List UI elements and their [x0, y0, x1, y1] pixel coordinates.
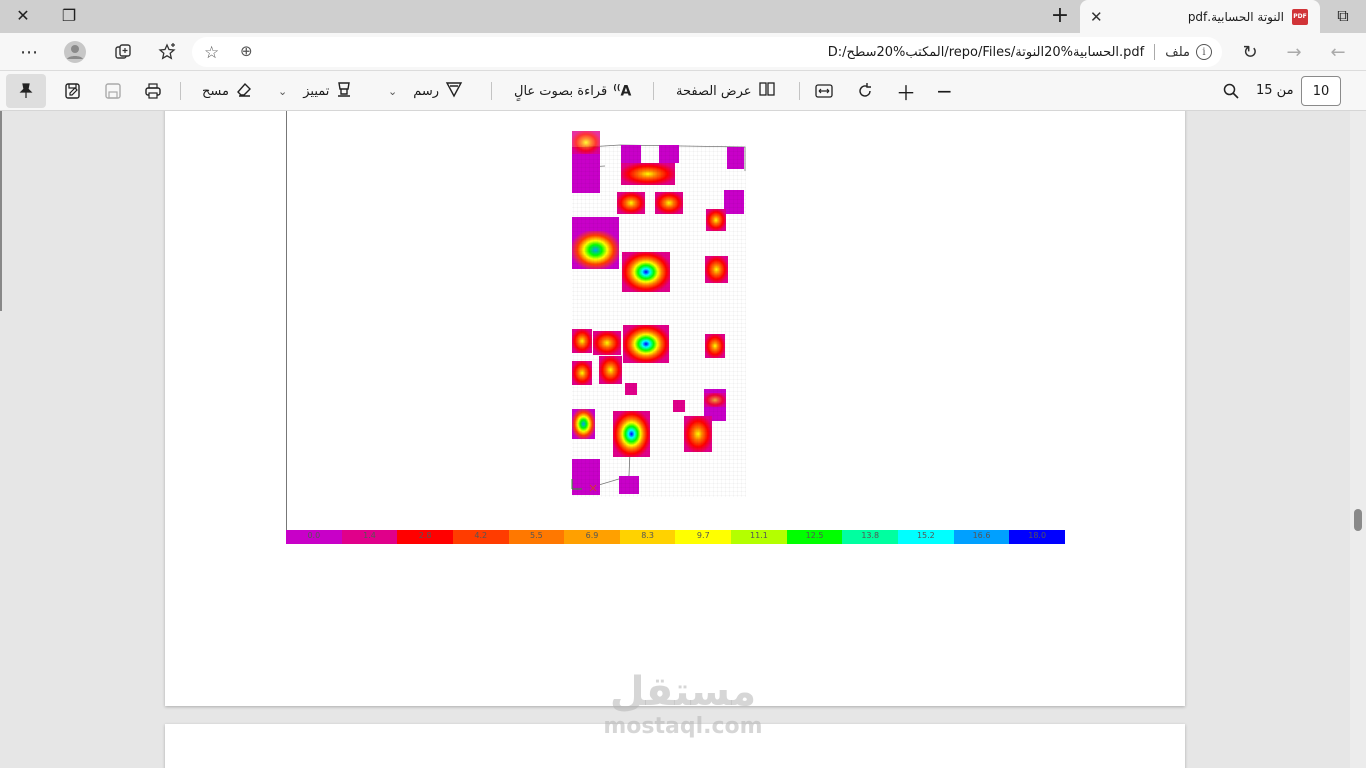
pen-icon	[445, 80, 463, 102]
colorbar-segment: 15.2	[898, 530, 954, 544]
new-tab-button[interactable]: +	[1037, 0, 1083, 31]
colorbar-segment: 18.0	[1009, 530, 1065, 544]
read-aloud-label: قراءة بصوت عالٍ	[514, 83, 608, 99]
address-bar: ⋯ i ملف D:/المكتب%20سطح/repo/Files/الحسا…	[0, 33, 1366, 71]
colorbar-label: 16.6	[972, 531, 991, 540]
rotate-icon[interactable]	[856, 77, 874, 105]
add-favorite-icon[interactable]: ☆	[204, 43, 219, 63]
colorbar-segment: 11.1	[731, 530, 787, 544]
site-label: ملف	[1165, 44, 1190, 60]
zoom-in-icon[interactable]: ＋	[896, 77, 916, 105]
page-count-label: من 15	[1256, 83, 1294, 98]
draw-button[interactable]: رسم ⌄	[388, 77, 463, 105]
colorbar-label: 6.9	[585, 531, 599, 540]
erase-button[interactable]: مسح	[196, 77, 253, 105]
page-number-input[interactable]: 10	[1301, 76, 1341, 106]
colorbar-label: 9.7	[696, 531, 710, 540]
colorbar-segment: 12.5	[786, 530, 843, 544]
colorbar-segment: 6.9	[564, 530, 620, 544]
pdf-toolbar: مسح تمييز ⌄ رسم ⌄ A)) قراءة بصوت عالٍ عر…	[0, 71, 1366, 111]
profile-avatar[interactable]	[62, 39, 88, 65]
pdf-icon: PDF	[1292, 8, 1308, 25]
more-menu-icon[interactable]: ⋯	[16, 39, 42, 65]
colorbar-label: 0.0	[307, 531, 321, 540]
zoom-icon[interactable]: ⊕	[240, 42, 253, 60]
chevron-down-icon[interactable]: ⌄	[388, 85, 397, 98]
colorbar-label: 5.5	[530, 531, 543, 540]
page-view-button[interactable]: عرض الصفحة	[670, 77, 776, 105]
watermark: مستقل mostaql.com	[598, 670, 768, 740]
close-window-icon[interactable]: ✕	[0, 0, 46, 31]
page-view-label: عرض الصفحة	[676, 83, 752, 99]
favorites-icon[interactable]	[154, 39, 180, 65]
colorbar-segment: 4.2	[452, 530, 509, 544]
zoom-out-icon[interactable]: −	[936, 77, 953, 105]
pdf-page: 0.0 1.4 2.8 4.2 5.5 6.9 8.3 9.7 11.1 12.5 13.8 15.2…	[165, 111, 1185, 706]
chevron-down-icon[interactable]: ⌄	[278, 85, 287, 98]
colorbar-segment: 16.6	[953, 530, 1010, 544]
colorbar-label: 1.4	[363, 531, 376, 540]
forward-icon: →	[1286, 41, 1302, 63]
colorbar-label: 8.3	[641, 531, 655, 540]
colorbar-segment: 13.8	[842, 530, 899, 544]
save-icon	[104, 77, 122, 105]
info-icon[interactable]: i	[1196, 44, 1212, 60]
refresh-icon[interactable]: ↻	[1237, 39, 1263, 65]
colorbar-label: 15.2	[916, 531, 935, 540]
pin-toolbar-icon[interactable]	[6, 74, 46, 108]
watermark-arabic: مستقل	[609, 669, 757, 715]
active-tab[interactable]: PDF النوتة الحسابية.pdf ✕	[1080, 0, 1320, 33]
tab-strip: ✕ ❐ + PDF النوتة الحسابية.pdf ✕ ⧉	[0, 0, 1366, 33]
scrollbar-thumb[interactable]	[1354, 509, 1362, 531]
find-icon[interactable]	[1222, 77, 1240, 105]
url-text[interactable]: D:/المكتب%20سطح/repo/Files/الحسابية%20ال…	[828, 45, 1145, 60]
tab-close-icon[interactable]: ✕	[1090, 8, 1103, 26]
highlighter-icon	[335, 80, 353, 102]
erase-label: مسح	[202, 83, 229, 99]
colorbar-label: 18.0	[1028, 531, 1047, 540]
url-separator	[1154, 44, 1156, 60]
left-edge-line	[0, 111, 2, 311]
colorbar-segment: 8.3	[619, 530, 676, 544]
colorbar-segment: 1.4	[341, 530, 398, 544]
toolbar-divider	[491, 82, 492, 100]
colorbar-label: 2.8	[418, 531, 432, 540]
colorbar-legend: 0.0 1.4 2.8 4.2 5.5 6.9 8.3 9.7 11.1 12.5 13.8 15.2…	[286, 530, 1065, 544]
workspaces-icon[interactable]: ⧉	[1320, 0, 1366, 31]
highlight-label: تمييز	[303, 83, 330, 99]
colorbar-label: 11.1	[750, 531, 768, 540]
print-icon[interactable]	[144, 77, 162, 105]
colorbar-label: 13.8	[861, 531, 880, 540]
mesh-overlay	[572, 145, 746, 497]
colorbar-segment: 0.0	[286, 530, 342, 544]
restore-icon[interactable]: ❐	[46, 0, 92, 31]
colorbar-segment: 9.7	[675, 530, 732, 544]
colorbar-label: 12.5	[805, 531, 824, 540]
watermark-latin: mostaql.com	[603, 714, 763, 739]
toolbar-divider	[653, 82, 654, 100]
toolbar-divider	[799, 82, 800, 100]
scrollbar[interactable]	[1350, 111, 1366, 768]
read-aloud-button[interactable]: A)) قراءة بصوت عالٍ	[508, 77, 631, 105]
read-aloud-icon: A))	[613, 82, 632, 100]
colorbar-segment: 2.8	[397, 530, 453, 544]
contour-plot	[571, 131, 746, 497]
tab-title: النوتة الحسابية.pdf	[1187, 9, 1284, 24]
colorbar-label: 4.2	[474, 531, 488, 540]
collections-icon[interactable]	[110, 39, 136, 65]
fit-width-icon[interactable]	[814, 77, 834, 105]
page-view-icon	[758, 80, 776, 102]
url-field[interactable]: i ملف D:/المكتب%20سطح/repo/Files/الحسابي…	[192, 37, 1222, 67]
highlight-button[interactable]: تمييز ⌄	[278, 77, 353, 105]
back-icon: ←	[1330, 41, 1346, 63]
toolbar-divider	[180, 82, 181, 100]
save-as-icon[interactable]	[64, 77, 82, 105]
draw-label: رسم	[413, 83, 440, 99]
eraser-icon	[235, 80, 253, 102]
colorbar-segment: 5.5	[508, 530, 565, 544]
